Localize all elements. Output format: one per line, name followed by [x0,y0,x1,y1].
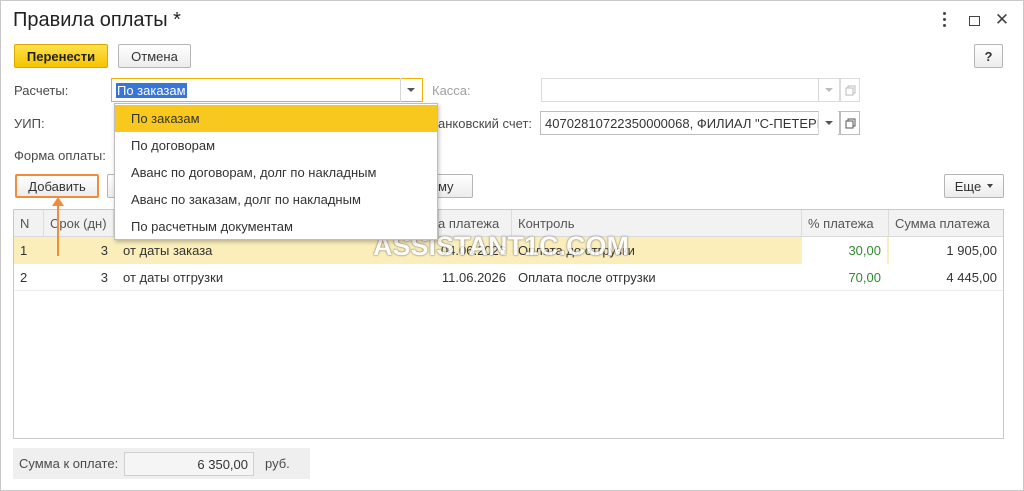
row-term: 3 [100,270,108,285]
row-percent: 30,00 [802,237,887,264]
bank-account-select[interactable]: 40702810722350000068, ФИЛИАЛ "С-ПЕТЕРІ [540,111,840,135]
cancel-button[interactable]: Отмена [118,44,191,68]
dropdown-item[interactable]: Аванс по договорам, долг по накладным [115,159,437,186]
payments-dropdown-list[interactable]: По заказам По договорам Аванс по договор… [114,103,438,240]
window-title: Правила оплаты * [13,9,181,31]
row-percent: 70,00 [848,270,881,285]
payments-label: Расчеты: [14,83,69,98]
maximize-icon[interactable] [963,9,985,31]
annotation-arrow [57,199,59,256]
payment-form-label: Форма оплаты: [14,148,106,163]
more-button[interactable]: Еще [944,174,1004,198]
help-button[interactable]: ? [974,44,1003,68]
bank-account-label: анковский счет: [438,116,533,131]
annotation-arrow-head [52,197,64,206]
row-n: 2 [20,270,28,285]
dropdown-arrow-icon[interactable] [400,78,420,102]
open-icon[interactable] [840,78,860,102]
add-button[interactable]: Добавить [15,174,99,198]
col-n[interactable]: N [14,210,44,237]
dropdown-item[interactable]: По заказам [115,105,437,132]
dropdown-arrow-icon[interactable] [818,78,838,102]
transfer-button[interactable]: Перенести [14,44,108,68]
dropdown-item[interactable]: По расчетным документам [115,213,437,240]
more-label: Еще [954,178,982,194]
total-label: Сумма к оплате: [19,456,119,471]
payments-select[interactable]: По заказам [111,78,423,102]
row-amount: 4 445,00 [946,270,997,285]
payment-rules-window: Правила оплаты * ✕ Перенести Отмена ? Ра… [0,0,1024,491]
cash-label: Касса: [432,83,471,98]
payments-value: По заказам [116,82,187,98]
open-icon[interactable] [840,111,860,135]
row-amount: 1 905,00 [889,237,1003,264]
dropdown-item[interactable]: По договорам [115,132,437,159]
close-icon[interactable]: ✕ [991,9,1013,31]
dropdown-arrow-icon[interactable] [818,111,838,135]
more-vertical-icon[interactable] [933,9,955,31]
footer-total: Сумма к оплате: 6 350,00 руб. [13,448,310,479]
row-date: 11.06.2026 [441,270,506,285]
row-term: 3 [100,243,108,258]
col-term[interactable]: Срок (дн) [44,210,114,237]
total-value: 6 350,00 [124,452,254,476]
col-percent[interactable]: % платежа [802,210,889,237]
row-control: Оплата после отгрузки [518,270,656,285]
uip-label: УИП: [14,116,45,131]
row-n: 1 [20,243,28,258]
chevron-down-icon [987,184,994,188]
table-row[interactable]: 2 3 от даты отгрузки 11.06.2026 Оплата п… [14,264,1003,291]
col-amount[interactable]: Сумма платежа [889,210,1003,237]
row-basis: от даты отгрузки [123,270,224,285]
dropdown-item[interactable]: Аванс по заказам, долг по накладным [115,186,437,213]
cash-select[interactable] [541,78,840,102]
currency-label: руб. [265,456,290,471]
